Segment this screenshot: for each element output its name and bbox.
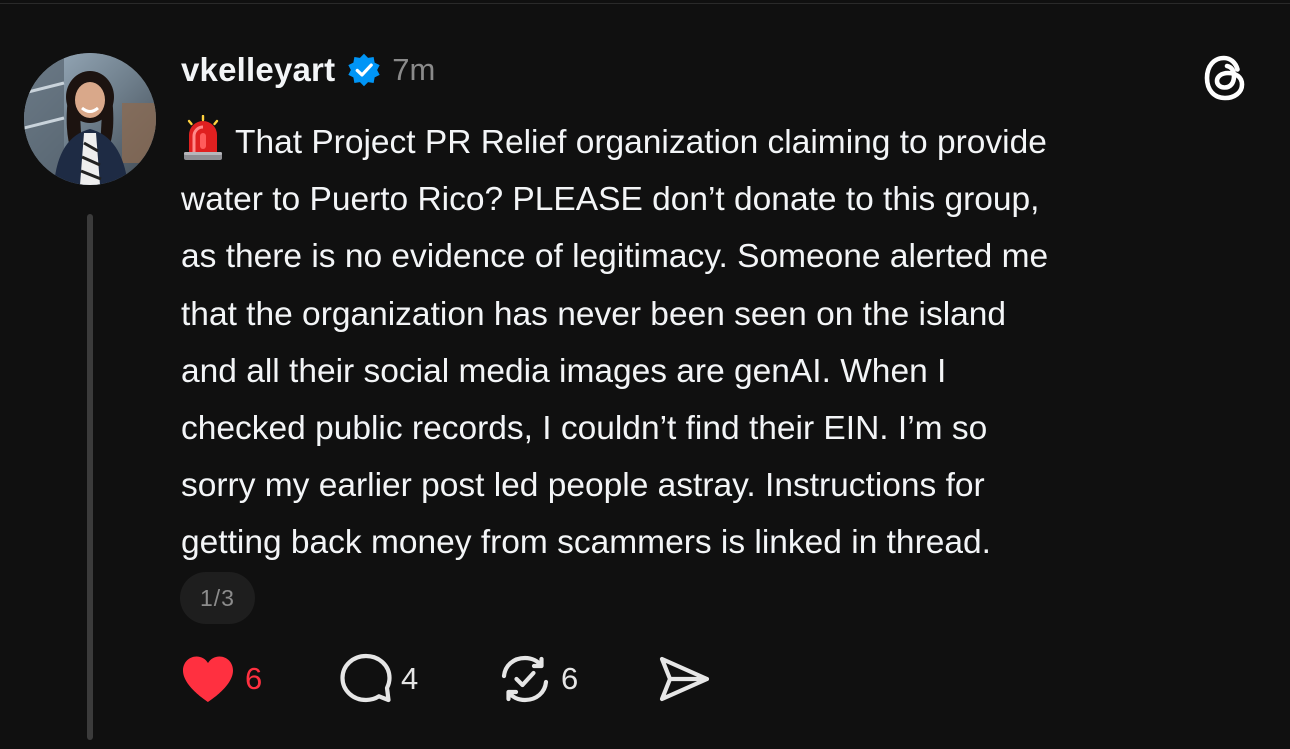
avatar[interactable] xyxy=(24,53,156,185)
heart-icon xyxy=(183,656,233,702)
post-line-text: That Project PR Relief organization clai… xyxy=(235,124,1047,161)
post-line-6: checked public records, I couldn’t find … xyxy=(181,410,988,448)
repost-button[interactable]: 6 xyxy=(498,650,578,708)
comment-bubble-icon xyxy=(340,653,392,703)
post-line-5: and all their social media images are ge… xyxy=(181,352,947,390)
reply-count: 4 xyxy=(401,661,419,696)
top-divider xyxy=(0,3,1290,4)
threads-logo-icon[interactable] xyxy=(1197,50,1253,106)
reply-button[interactable]: 4 xyxy=(340,650,418,708)
thread-line xyxy=(87,214,93,740)
post-line-4: that the organization has never been see… xyxy=(181,295,1007,333)
post-line-2: water to Puerto Rico? PLEASE don’t donat… xyxy=(181,181,1040,219)
siren-emoji-icon xyxy=(181,114,225,161)
username[interactable]: vkelleyart xyxy=(181,51,335,89)
like-button[interactable]: 6 xyxy=(180,650,262,708)
post-line-7: sorry my earlier post led people astray.… xyxy=(181,467,985,505)
share-button[interactable] xyxy=(658,650,710,708)
page-indicator-badge: 1/3 xyxy=(180,572,255,624)
repost-count: 6 xyxy=(561,661,579,696)
post-line-1: That Project PR Relief organization clai… xyxy=(181,114,1261,171)
avatar-photo xyxy=(24,53,156,185)
post-text: That Project PR Relief organization clai… xyxy=(181,114,1261,572)
post-line-8: getting back money from scammers is link… xyxy=(181,524,991,562)
repost-icon xyxy=(501,655,549,703)
timestamp: 7m xyxy=(392,52,436,87)
send-icon xyxy=(659,656,710,702)
verified-badge-icon xyxy=(346,52,382,88)
like-count: 6 xyxy=(245,661,263,696)
post-line-3: as there is no evidence of legitimacy. S… xyxy=(181,238,1049,276)
post-header: vkelleyart 7m xyxy=(181,48,435,92)
